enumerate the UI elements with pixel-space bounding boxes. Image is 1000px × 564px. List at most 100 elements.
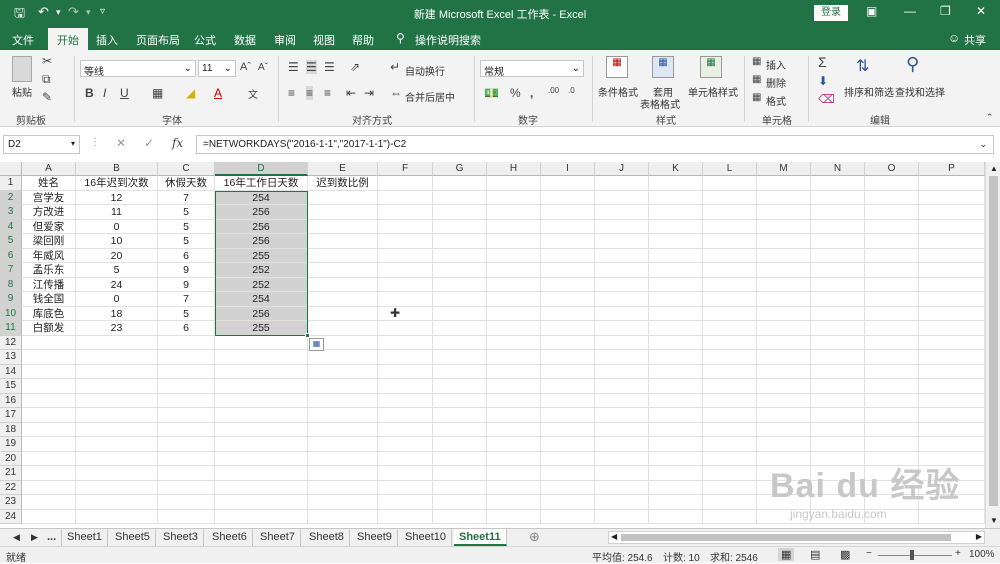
cell-a3[interactable]: 方改进 (22, 205, 76, 220)
cell-o10[interactable] (865, 306, 919, 321)
cell-p10[interactable] (919, 306, 985, 321)
align-right-icon[interactable]: ≡ (324, 86, 331, 100)
cell-a8[interactable]: 江传播 (22, 277, 76, 292)
cell-d2[interactable]: 254 (215, 190, 308, 205)
cell-i19[interactable] (541, 437, 595, 452)
cell-f22[interactable] (378, 480, 433, 495)
cell-l19[interactable] (703, 437, 757, 452)
column-header-n[interactable]: N (811, 162, 865, 176)
fill-color-icon[interactable]: ◢ (186, 86, 195, 100)
cell-n16[interactable] (811, 393, 865, 408)
cell-e14[interactable] (308, 364, 378, 379)
cell-b12[interactable] (76, 335, 158, 350)
cell-c2[interactable]: 7 (158, 190, 215, 205)
cell-g23[interactable] (433, 495, 487, 510)
cell-l2[interactable] (703, 190, 757, 205)
cell-k18[interactable] (649, 422, 703, 437)
row-header-1[interactable]: 1 (0, 176, 22, 191)
cell-a21[interactable] (22, 466, 76, 481)
cell-j14[interactable] (595, 364, 649, 379)
cell-l4[interactable] (703, 219, 757, 234)
cell-l10[interactable] (703, 306, 757, 321)
sheet-tab-sheet11[interactable]: Sheet11 (454, 529, 507, 546)
cell-h10[interactable] (487, 306, 541, 321)
cell-i6[interactable] (541, 248, 595, 263)
column-header-b[interactable]: B (76, 162, 158, 176)
cell-g12[interactable] (433, 335, 487, 350)
zoom-level[interactable]: 100% (969, 549, 995, 560)
cell-b23[interactable] (76, 495, 158, 510)
cell-b16[interactable] (76, 393, 158, 408)
row-header-17[interactable]: 17 (0, 408, 22, 423)
cell-g2[interactable] (433, 190, 487, 205)
cell-o11[interactable] (865, 321, 919, 336)
cell-m9[interactable] (757, 292, 811, 307)
cell-m17[interactable] (757, 408, 811, 423)
cell-g3[interactable] (433, 205, 487, 220)
cell-p14[interactable] (919, 364, 985, 379)
cell-c14[interactable] (158, 364, 215, 379)
row-header-13[interactable]: 13 (0, 350, 22, 365)
cell-n5[interactable] (811, 234, 865, 249)
align-middle-icon[interactable]: ☰ (306, 60, 317, 74)
cell-a5[interactable]: 梁回刚 (22, 234, 76, 249)
decrease-decimal-icon[interactable]: .0 (568, 86, 575, 95)
tab-page-layout[interactable]: 页面布局 (136, 32, 180, 48)
cell-e18[interactable] (308, 422, 378, 437)
cell-j22[interactable] (595, 480, 649, 495)
cell-k13[interactable] (649, 350, 703, 365)
scroll-up-icon[interactable]: ▲ (990, 164, 998, 173)
cell-b10[interactable]: 18 (76, 306, 158, 321)
cell-k3[interactable] (649, 205, 703, 220)
sort-filter-icon[interactable]: ⇅ (856, 56, 869, 76)
cell-o8[interactable] (865, 277, 919, 292)
cell-a18[interactable] (22, 422, 76, 437)
tell-me-search[interactable]: 操作说明搜索 (415, 32, 481, 48)
cell-j11[interactable] (595, 321, 649, 336)
row-header-18[interactable]: 18 (0, 422, 22, 437)
cell-a23[interactable] (22, 495, 76, 510)
scroll-left-icon[interactable]: ◀ (611, 532, 617, 541)
cell-o4[interactable] (865, 219, 919, 234)
select-all-button[interactable] (0, 162, 22, 176)
cell-f16[interactable] (378, 393, 433, 408)
cell-j13[interactable] (595, 350, 649, 365)
cell-j23[interactable] (595, 495, 649, 510)
cell-f12[interactable] (378, 335, 433, 350)
row-header-9[interactable]: 9 (0, 292, 22, 307)
insert-function-icon[interactable]: fx (172, 136, 183, 150)
cell-c21[interactable] (158, 466, 215, 481)
cell-k15[interactable] (649, 379, 703, 394)
fill-icon[interactable]: ⬇ (818, 74, 828, 88)
cell-k5[interactable] (649, 234, 703, 249)
cell-f5[interactable] (378, 234, 433, 249)
cell-k21[interactable] (649, 466, 703, 481)
cell-c12[interactable] (158, 335, 215, 350)
cell-f11[interactable] (378, 321, 433, 336)
cell-h12[interactable] (487, 335, 541, 350)
cell-i17[interactable] (541, 408, 595, 423)
cell-n18[interactable] (811, 422, 865, 437)
cell-d12[interactable] (215, 335, 308, 350)
cell-n19[interactable] (811, 437, 865, 452)
page-layout-view-icon[interactable]: ▤ (810, 548, 820, 561)
cell-a1[interactable]: 姓名 (22, 176, 76, 191)
cell-d3[interactable]: 256 (215, 205, 308, 220)
share-button[interactable]: 共享 (964, 32, 986, 48)
cell-k14[interactable] (649, 364, 703, 379)
cell-b2[interactable]: 12 (76, 190, 158, 205)
row-header-10[interactable]: 10 (0, 306, 22, 321)
cell-f7[interactable] (378, 263, 433, 278)
sheet-tab-sheet6[interactable]: Sheet6 (207, 529, 253, 546)
cell-j10[interactable] (595, 306, 649, 321)
ribbon-display-options-icon[interactable]: ▣ (866, 4, 877, 18)
row-header-24[interactable]: 24 (0, 509, 22, 524)
cell-h3[interactable] (487, 205, 541, 220)
cell-i2[interactable] (541, 190, 595, 205)
cell-a10[interactable]: 库底色 (22, 306, 76, 321)
cell-l23[interactable] (703, 495, 757, 510)
cell-styles-button[interactable]: 单元格样式 (688, 84, 738, 99)
cell-e5[interactable] (308, 234, 378, 249)
cell-d24[interactable] (215, 509, 308, 524)
cell-k6[interactable] (649, 248, 703, 263)
